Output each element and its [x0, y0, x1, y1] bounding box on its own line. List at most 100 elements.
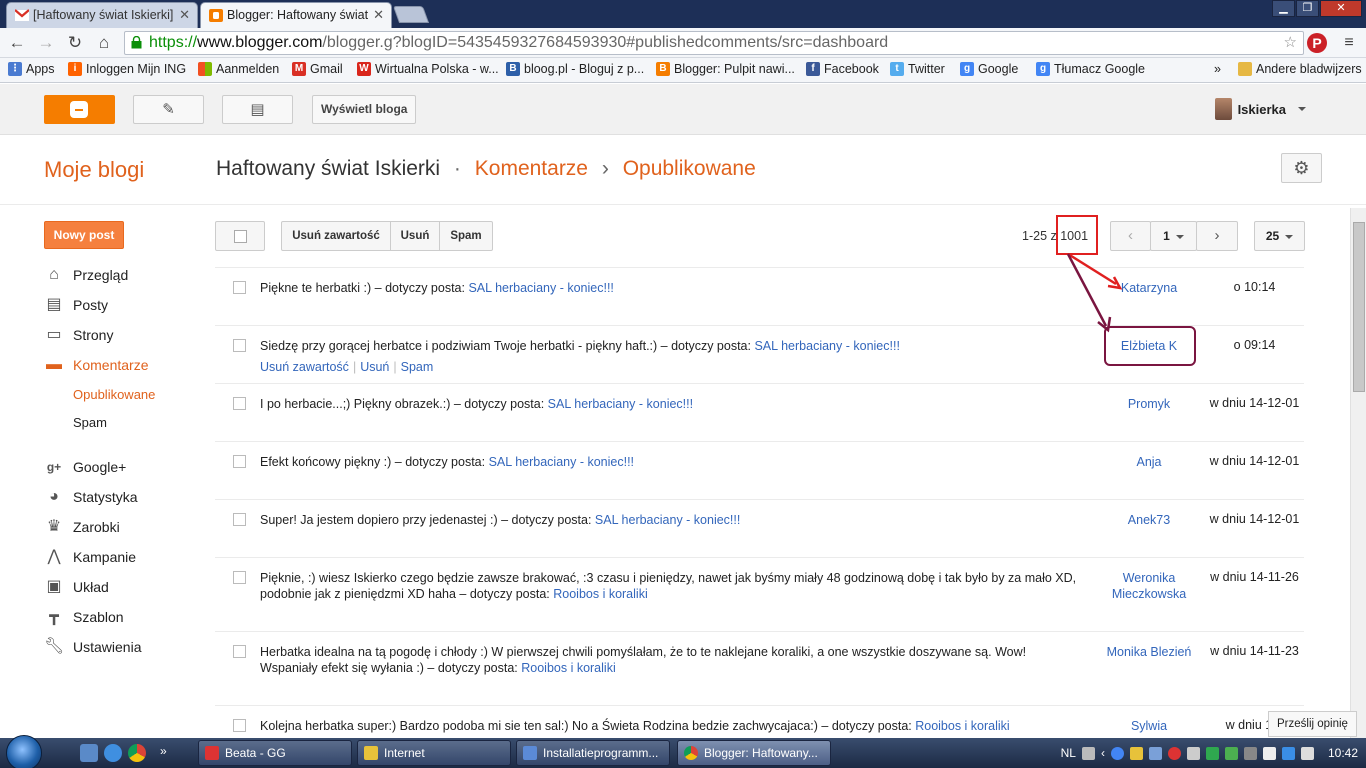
tab-close-icon[interactable]: ✕: [373, 3, 384, 27]
post-link[interactable]: Rooibos i koraliki: [553, 587, 647, 601]
sidebar-item-campaigns[interactable]: ⋀ Kampanie: [44, 544, 136, 570]
remove-content-button[interactable]: Usuń zawartość: [281, 221, 391, 251]
quicklaunch-overflow-icon[interactable]: »: [160, 744, 178, 762]
language-indicator[interactable]: NL: [1061, 738, 1076, 768]
bookmark-star-icon[interactable]: ☆: [1284, 32, 1297, 54]
browser-menu-icon[interactable]: ≡: [1340, 33, 1358, 53]
bookmark-item[interactable]: f Facebook: [806, 62, 879, 76]
browser-tab-gmail[interactable]: [Haftowany świat Iskierki] ✕: [6, 2, 198, 28]
restore-icon[interactable]: ❐: [1296, 0, 1319, 17]
network-status-icon[interactable]: [1281, 746, 1295, 760]
new-tab-button[interactable]: [392, 6, 430, 23]
bookmark-item[interactable]: Aanmelden: [198, 62, 279, 76]
spam-button[interactable]: Spam: [439, 221, 493, 251]
my-blogs-link[interactable]: Moje blogi: [44, 157, 144, 183]
bookmark-item[interactable]: B Blogger: Pulpit nawi...: [656, 62, 795, 76]
tray-app-icon[interactable]: [1243, 746, 1257, 760]
pinterest-icon[interactable]: P: [1307, 33, 1327, 53]
comment-checkbox[interactable]: [233, 455, 246, 468]
ie-icon[interactable]: [104, 744, 122, 762]
keyboard-icon[interactable]: [1081, 746, 1095, 760]
post-link[interactable]: Rooibos i koraliki: [915, 719, 1009, 733]
blogger-logo-button[interactable]: [44, 95, 115, 124]
bookmark-item[interactable]: t Twitter: [890, 62, 945, 76]
new-post-button[interactable]: Nowy post: [44, 221, 124, 249]
comment-checkbox[interactable]: [233, 397, 246, 410]
taskbar-item-gg[interactable]: Beata - GG: [198, 740, 352, 766]
breadcrumb-published[interactable]: Opublikowane: [623, 157, 756, 180]
taskbar-item-internet[interactable]: Internet: [357, 740, 511, 766]
gg-tray-icon[interactable]: [1167, 746, 1181, 760]
post-link[interactable]: SAL herbaciany - koniec!!!: [548, 397, 693, 411]
comment-row[interactable]: Kolejna herbatka super:) Bardzo podoba m…: [215, 705, 1304, 738]
bookmarks-overflow[interactable]: »: [1214, 62, 1221, 76]
sidebar-item-template[interactable]: ┳ Szablon: [44, 604, 123, 630]
send-feedback-button[interactable]: Prześlij opinię: [1268, 711, 1357, 737]
comment-row[interactable]: I po herbacie...;) Piękny obrazek.:) – d…: [215, 383, 1304, 441]
chrome-icon[interactable]: [128, 744, 146, 762]
comment-row[interactable]: Efekt końcowy piękny :) – dotyczy posta:…: [215, 441, 1304, 499]
comment-author[interactable]: Anek73: [1093, 512, 1205, 528]
bookmark-item[interactable]: i Inloggen Mijn ING: [68, 62, 186, 76]
bookmark-item[interactable]: Bbloog.pl - Bloguj z p...: [506, 62, 644, 76]
select-all-button[interactable]: [215, 221, 265, 251]
reload-icon[interactable]: ↻: [64, 32, 86, 54]
bookmark-item[interactable]: g Tłumacz Google: [1036, 62, 1145, 76]
delete-button[interactable]: Usuń: [390, 221, 440, 251]
sidebar-item-stats[interactable]: ◕ Statystyka: [44, 484, 137, 510]
comment-checkbox[interactable]: [233, 281, 246, 294]
close-window-icon[interactable]: ✕: [1320, 0, 1362, 17]
taskbar-item-blogger[interactable]: Blogger: Haftowany...: [677, 740, 831, 766]
comment-row[interactable]: Pięknie, :) wiesz Iskierko czego będzie …: [215, 557, 1304, 631]
user-menu[interactable]: Iskierka: [1214, 98, 1306, 120]
post-link[interactable]: SAL herbaciany - koniec!!!: [754, 339, 899, 353]
comment-author[interactable]: Anja: [1093, 454, 1205, 470]
antivirus-icon[interactable]: [1205, 746, 1219, 760]
browser-tab-blogger[interactable]: Blogger: Haftowany świat ✕: [200, 2, 392, 28]
comment-author[interactable]: Sylwia: [1093, 718, 1205, 734]
comment-checkbox[interactable]: [233, 645, 246, 658]
minimize-icon[interactable]: ▁: [1272, 0, 1295, 17]
sidebar-item-overview[interactable]: ⌂ Przegląd: [44, 262, 128, 288]
tray-expand-icon[interactable]: ‹: [1101, 738, 1105, 768]
page-select[interactable]: 1: [1150, 221, 1197, 251]
next-page-button[interactable]: ›: [1196, 221, 1238, 251]
comment-author[interactable]: Promyk: [1093, 396, 1205, 412]
settings-gear-button[interactable]: ⚙: [1281, 153, 1322, 183]
comment-row[interactable]: Super! Ja jestem dopiero przy jedenastej…: [215, 499, 1304, 557]
comment-checkbox[interactable]: [233, 719, 246, 732]
sidebar-item-layout[interactable]: ▣ Układ: [44, 574, 108, 600]
address-bar[interactable]: https://www.blogger.com/blogger.g?blogID…: [124, 31, 1304, 55]
tray-app-icon[interactable]: [1224, 746, 1238, 760]
bookmark-item[interactable]: M Gmail: [292, 62, 343, 76]
action-center-icon[interactable]: [1262, 746, 1276, 760]
tab-close-icon[interactable]: ✕: [179, 3, 190, 27]
comment-checkbox[interactable]: [233, 571, 246, 584]
comment-row[interactable]: Herbatka idealna na tą pogodę i chłody :…: [215, 631, 1304, 705]
post-list-button[interactable]: ▤: [222, 95, 293, 124]
post-link[interactable]: SAL herbaciany - koniec!!!: [468, 281, 613, 295]
chrome-tray-icon[interactable]: [1110, 746, 1124, 760]
sidebar-item-earnings[interactable]: ♛ Zarobki: [44, 514, 120, 540]
network-icon[interactable]: [1148, 746, 1162, 760]
post-link[interactable]: SAL herbaciany - koniec!!!: [595, 513, 740, 527]
comment-author[interactable]: Weronika Mieczkowska: [1093, 570, 1205, 602]
page-scrollbar[interactable]: [1350, 208, 1366, 738]
per-page-select[interactable]: 25: [1254, 221, 1305, 251]
show-desktop-icon[interactable]: [80, 744, 98, 762]
sidebar-item-pages[interactable]: ▭ Strony: [44, 322, 113, 348]
row-remove-content-link[interactable]: Usuń zawartość: [260, 360, 349, 374]
sidebar-item-google-plus[interactable]: g+ Google+: [44, 454, 127, 480]
taskbar-item-installer[interactable]: Installatieprogramm...: [516, 740, 670, 766]
comment-checkbox[interactable]: [233, 339, 246, 352]
row-delete-link[interactable]: Usuń: [360, 360, 389, 374]
sidebar-item-settings[interactable]: 🔧︎ Ustawienia: [44, 634, 141, 660]
post-link[interactable]: Rooibos i koraliki: [521, 661, 615, 675]
new-post-pencil-button[interactable]: ✎: [133, 95, 204, 124]
sidebar-item-posts[interactable]: ▤ Posty: [44, 292, 108, 318]
comment-checkbox[interactable]: [233, 513, 246, 526]
breadcrumb-comments[interactable]: Komentarze: [475, 157, 588, 180]
sidebar-item-published[interactable]: Opublikowane: [73, 381, 155, 407]
bookmark-item[interactable]: ⋮ Apps: [8, 62, 55, 76]
other-bookmarks[interactable]: Andere bladwijzers: [1238, 62, 1362, 76]
